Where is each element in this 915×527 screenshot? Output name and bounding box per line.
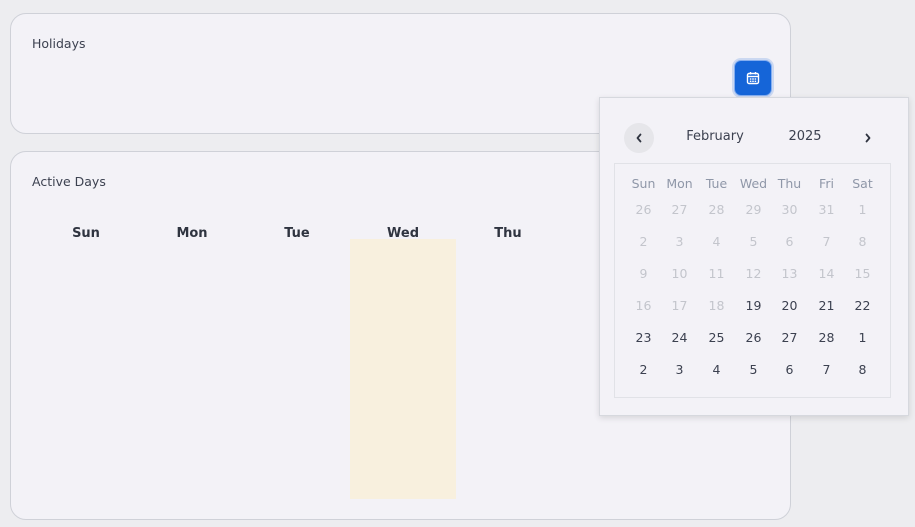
day-cell: 27	[671, 202, 688, 217]
weekday-header-thu[interactable]: Thu	[455, 226, 561, 246]
day-cell: 7	[822, 234, 831, 249]
day-cell: 26	[635, 202, 652, 217]
weekday-header-sun[interactable]: Sun	[33, 226, 139, 246]
dow-header-mon: Mon	[666, 176, 693, 191]
date-picker-popup: February 2025 Sun Mon Tue Wed Thu Fri Sa…	[599, 97, 909, 416]
weekday-header-wed[interactable]: Wed	[350, 226, 456, 246]
dow-header-sun: Sun	[631, 176, 656, 191]
day-cell: 18	[708, 298, 725, 313]
day-cell[interactable]: 6	[771, 354, 808, 386]
day-cell: 15	[854, 266, 871, 281]
day-cell: 29	[745, 202, 762, 217]
day-cell: 9	[639, 266, 648, 281]
day-cell[interactable]: 4	[698, 354, 735, 386]
holidays-title: Holidays	[32, 36, 86, 51]
day-cell[interactable]: 24	[661, 322, 698, 354]
day-cell[interactable]: 8	[844, 354, 881, 386]
day-cell[interactable]: 2	[625, 354, 662, 386]
day-cell: 28	[708, 202, 725, 217]
weekday-header-tue[interactable]: Tue	[244, 226, 350, 246]
day-cell: 31	[818, 202, 835, 217]
day-cell: 6	[785, 234, 794, 249]
day-cell: 14	[818, 266, 835, 281]
weekday-header-mon[interactable]: Mon	[139, 226, 245, 246]
day-cell: 5	[749, 234, 758, 249]
day-cell[interactable]: 26	[735, 322, 772, 354]
day-cell[interactable]: 20	[771, 290, 808, 322]
day-cell[interactable]: 1	[844, 322, 881, 354]
day-cell: 12	[745, 266, 762, 281]
day-cell[interactable]: 21	[808, 290, 845, 322]
calendar-grid: Sun Mon Tue Wed Thu Fri Sat 26 27 28 29 30 31…	[614, 163, 891, 398]
day-cell: 1	[858, 202, 867, 217]
day-cell[interactable]: 27	[771, 322, 808, 354]
month-selector[interactable]: February	[670, 129, 760, 144]
day-cell: 10	[671, 266, 688, 281]
day-cell[interactable]: 7	[808, 354, 845, 386]
day-cell[interactable]: 19	[735, 290, 772, 322]
day-cell: 17	[671, 298, 688, 313]
chevron-right-icon	[865, 133, 871, 143]
dow-header-wed: Wed	[739, 176, 768, 191]
day-cell: 11	[708, 266, 725, 281]
day-cell: 3	[675, 234, 684, 249]
dow-header-fri: Fri	[819, 176, 834, 191]
wednesday-highlight-column[interactable]	[350, 239, 456, 499]
day-cell[interactable]: 28	[808, 322, 845, 354]
day-cell: 13	[781, 266, 798, 281]
day-cell[interactable]: 22	[844, 290, 881, 322]
day-cell: 4	[712, 234, 721, 249]
day-cell[interactable]: 5	[735, 354, 772, 386]
dow-header-thu: Thu	[777, 176, 802, 191]
year-selector[interactable]: 2025	[775, 129, 835, 144]
calendar-icon	[746, 72, 760, 85]
day-cell[interactable]: 23	[625, 322, 662, 354]
day-cell[interactable]: 25	[698, 322, 735, 354]
dow-header-tue: Tue	[705, 176, 728, 191]
calendar-button[interactable]	[735, 61, 771, 95]
active-days-title: Active Days	[32, 174, 106, 189]
day-cell: 2	[639, 234, 648, 249]
dow-header-sat: Sat	[852, 176, 873, 191]
chevron-left-icon	[636, 133, 642, 143]
prev-month-button[interactable]	[624, 123, 654, 153]
day-cell: 30	[781, 202, 798, 217]
day-cell: 8	[858, 234, 867, 249]
day-cell[interactable]: 3	[661, 354, 698, 386]
next-month-button[interactable]	[853, 123, 883, 153]
day-cell: 16	[635, 298, 652, 313]
